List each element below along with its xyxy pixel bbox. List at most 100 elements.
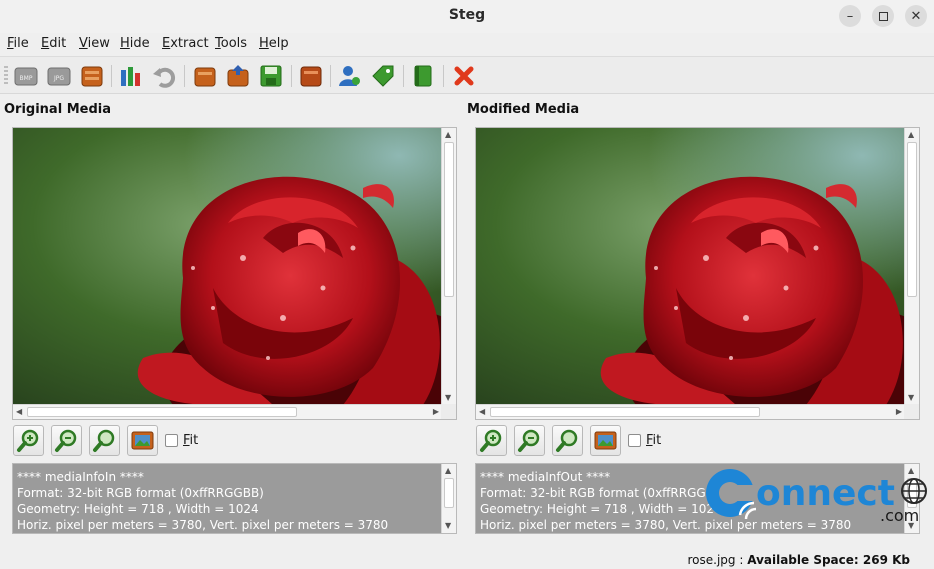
scroll-left-icon[interactable]: ◀ (16, 408, 22, 416)
hide-data-button[interactable] (193, 64, 217, 88)
book-icon (81, 66, 103, 87)
jpg-file-icon: JPG (47, 67, 71, 86)
close-window-button[interactable]: ✕ (905, 5, 927, 27)
tag-icon (372, 65, 394, 87)
bmp-file-icon: BMP (14, 67, 38, 86)
original-fit-checkbox[interactable] (165, 434, 178, 447)
picture-icon (131, 431, 154, 450)
menu-view[interactable]: View (79, 36, 110, 51)
menu-tools[interactable]: Tools (215, 36, 247, 51)
scroll-thumb[interactable] (444, 478, 454, 508)
status-bar: rose.jpg : Available Space: 269 Kb (687, 553, 911, 567)
scroll-right-icon[interactable]: ▶ (433, 408, 439, 416)
modified-rose-image (476, 128, 905, 405)
book-icon (300, 66, 322, 87)
book-icon (194, 67, 216, 87)
original-horizontal-scrollbar[interactable]: ◀ ▶ (13, 404, 442, 419)
toolbar-separator (330, 65, 331, 87)
info-line: Format: 32-bit RGB format (0xffRRGGBB) (17, 486, 264, 500)
original-rose-image (13, 128, 442, 405)
minimize-button[interactable]: – (839, 5, 861, 27)
menu-edit[interactable]: Edit (41, 36, 66, 51)
book-arrow-icon (227, 65, 249, 87)
modified-media-title: Modified Media (467, 102, 580, 117)
open-bmp-button[interactable]: BMP (14, 64, 38, 88)
minimize-icon: – (846, 8, 854, 24)
modified-vertical-scrollbar[interactable]: ▲ ▼ (904, 128, 919, 405)
maximize-icon (878, 11, 888, 21)
original-vertical-scrollbar[interactable]: ▲ ▼ (441, 128, 456, 405)
modified-zoom-out-button[interactable] (514, 425, 545, 456)
user-key-icon (339, 66, 360, 86)
scroll-left-icon[interactable]: ◀ (479, 408, 485, 416)
info-line: **** mediaInfOut **** (480, 470, 611, 484)
original-zoom-in-button[interactable] (13, 425, 44, 456)
window-title: Steg (448, 7, 486, 23)
zoom-icon (556, 429, 578, 452)
svg-text:onnect: onnect (756, 473, 895, 514)
modified-image-viewer[interactable]: ▲ ▼ ◀ ▶ (475, 127, 920, 420)
info-line: Geometry: Height = 718 , Width = 1024 (480, 502, 722, 516)
toolbar-separator (291, 65, 292, 87)
scroll-up-icon[interactable]: ▲ (908, 131, 914, 139)
scroll-down-icon[interactable]: ▼ (908, 394, 914, 402)
help-book-button[interactable] (411, 64, 435, 88)
info-scrollbar[interactable]: ▲ ▼ (441, 464, 456, 533)
menu-extract[interactable]: Extract (162, 36, 209, 51)
original-media-title: Original Media (4, 102, 111, 117)
zoom-out-icon (518, 429, 540, 452)
original-view-image-button[interactable] (127, 425, 158, 456)
scroll-down-icon[interactable]: ▼ (445, 394, 451, 402)
extract-data-button[interactable] (226, 64, 250, 88)
toolbar-grip[interactable] (4, 66, 8, 86)
save-button[interactable] (259, 64, 283, 88)
toolbar: BMP JPG (0, 56, 934, 94)
menu-file[interactable]: File (7, 36, 29, 51)
undo-button[interactable] (152, 64, 176, 88)
open-jpg-button[interactable]: JPG (47, 64, 71, 88)
scroll-thumb[interactable] (907, 142, 917, 297)
scroll-thumb[interactable] (444, 142, 454, 297)
svg-text:BMP: BMP (20, 75, 33, 82)
tag-button[interactable] (371, 64, 395, 88)
toolbar-separator (443, 65, 444, 87)
menu-help[interactable]: Help (259, 36, 289, 51)
statistics-button[interactable] (119, 64, 143, 88)
save-icon (260, 65, 282, 87)
exit-button[interactable] (452, 64, 476, 88)
scroll-right-icon[interactable]: ▶ (896, 408, 902, 416)
modified-horizontal-scrollbar[interactable]: ◀ ▶ (476, 404, 905, 419)
scroll-up-icon[interactable]: ▲ (445, 467, 451, 475)
modified-view-image-button[interactable] (590, 425, 621, 456)
maximize-button[interactable] (872, 5, 894, 27)
menu-hide[interactable]: Hide (120, 36, 150, 51)
menu-bar: File Edit View Hide Extract Tools Help (0, 33, 934, 55)
connect-watermark-logo: onnect .com (706, 469, 927, 525)
original-media-info[interactable]: **** mediaInfoIn **** Format: 32-bit RGB… (12, 463, 457, 534)
open-file-button[interactable] (80, 64, 104, 88)
scroll-thumb[interactable] (490, 407, 760, 417)
undo-icon (153, 67, 176, 88)
scroll-up-icon[interactable]: ▲ (445, 131, 451, 139)
scroll-thumb[interactable] (27, 407, 297, 417)
original-zoom-out-button[interactable] (51, 425, 82, 456)
status-filename: rose.jpg (687, 553, 736, 567)
picture-icon (594, 431, 617, 450)
user-key-button[interactable] (338, 64, 362, 88)
encrypt-button[interactable] (299, 64, 323, 88)
modified-zoom-reset-button[interactable] (552, 425, 583, 456)
modified-zoom-in-button[interactable] (476, 425, 507, 456)
original-image-viewer[interactable]: ▲ ▼ ◀ ▶ (12, 127, 457, 420)
modified-fit-checkbox[interactable] (628, 434, 641, 447)
green-book-icon (414, 65, 432, 87)
close-red-icon (454, 66, 474, 86)
original-fit-label: Fit (183, 433, 199, 448)
scroll-corner (904, 404, 919, 419)
original-zoom-reset-button[interactable] (89, 425, 120, 456)
toolbar-separator (184, 65, 185, 87)
bar-chart-icon (121, 67, 140, 86)
svg-text:JPG: JPG (53, 75, 64, 82)
zoom-in-icon (17, 429, 39, 452)
scroll-down-icon[interactable]: ▼ (445, 522, 451, 530)
title-bar: Steg – ✕ (0, 0, 934, 33)
